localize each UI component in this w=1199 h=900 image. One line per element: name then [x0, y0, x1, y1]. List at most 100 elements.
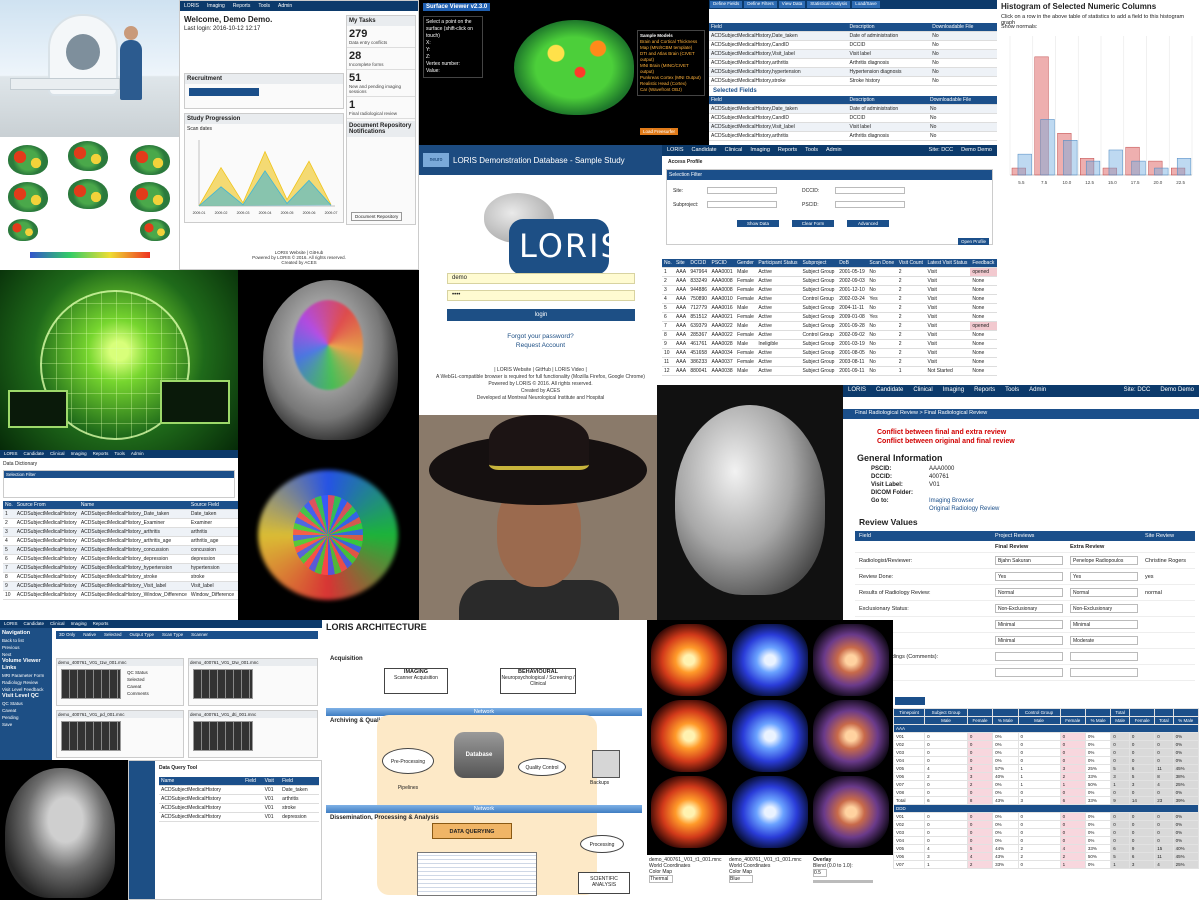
review-final-select[interactable]: Bjahn Sakuran [995, 556, 1063, 565]
mri-slice-cold[interactable] [732, 776, 808, 848]
task-item[interactable]: 51 New and pending imaging sessions [347, 70, 415, 97]
review-extra-select[interactable] [1070, 652, 1138, 661]
mri-slice-cold[interactable] [732, 624, 808, 696]
review-final-select[interactable]: Minimal [995, 636, 1063, 645]
original-radiology-review-link[interactable]: Original Radiology Review [929, 506, 999, 512]
table-row[interactable]: ACDSubjectMedicalHistory,arthritis Arthri… [709, 131, 997, 141]
table-row[interactable]: 1 AAA 947964 AAA0001 Male Active Subject Group… [662, 267, 997, 277]
table-row[interactable]: ACDSubjectMedicalHistory V01 depression [159, 812, 319, 822]
dccid-input[interactable] [835, 187, 905, 194]
login-button[interactable]: login [447, 309, 635, 321]
review-final-select[interactable]: Yes [995, 572, 1063, 581]
table-row[interactable]: 9 ACDSubjectMedicalHistory ACDSubjectMedic… [3, 581, 238, 591]
mri-slice-hot[interactable] [651, 776, 727, 848]
scan-filename[interactable]: demo_400761_V01_dti_001.mnc [189, 711, 317, 718]
advanced-button[interactable]: Advanced [847, 220, 889, 227]
table-row[interactable]: 7 ACDSubjectMedicalHistory ACDSubjectMedic… [3, 563, 238, 573]
sidebar-link[interactable]: MRI Parameter Form [2, 672, 50, 679]
task-item[interactable]: 28 Incomplete forms [347, 48, 415, 70]
table-row[interactable]: ACDSubjectMedicalHistory,CandID DCCID No [709, 40, 997, 50]
nav-item[interactable]: Tools [114, 451, 125, 457]
nav-item[interactable]: Tools [258, 3, 270, 9]
table-row[interactable]: 10 AAA 451658 AAA0034 Female Active Subject Gr… [662, 348, 997, 358]
scan-thumbnail[interactable] [193, 721, 253, 751]
review-extra-select[interactable]: Penelope Radiopoulos [1070, 556, 1138, 565]
mri-slice-overlay[interactable] [813, 700, 889, 772]
review-extra-select[interactable]: Non-Exclusionary [1070, 604, 1138, 613]
nav-item[interactable]: Candidate [24, 451, 45, 457]
tab-define-fields[interactable]: Define Fields [710, 1, 743, 8]
table-row[interactable]: ACDSubjectMedicalHistory V01 Date_taken [159, 785, 319, 795]
nav-item[interactable]: Imaging [71, 451, 87, 457]
forgot-password-link[interactable]: Forgot your password? [419, 333, 662, 340]
nav-brand[interactable]: LORIS [4, 451, 18, 457]
nav-item[interactable]: Admin [278, 3, 292, 9]
table-row[interactable]: ACDSubjectMedicalHistory V01 arthritis [159, 794, 319, 804]
mri-slice-hot[interactable] [651, 624, 727, 696]
qc-tab[interactable]: Native [83, 632, 96, 638]
color-map-select[interactable]: Thermal [649, 875, 673, 883]
table-row[interactable]: ACDSubjectMedicalHistory V01 stroke [159, 803, 319, 813]
tab-load-save[interactable]: Load/Save [852, 1, 880, 8]
scan-thumbnail[interactable] [61, 721, 121, 751]
tab-define-filters[interactable]: Define Filters [744, 1, 777, 8]
model-link[interactable]: MNI Brain (MINC/CIVET output) [640, 63, 702, 75]
table-row[interactable]: 10 ACDSubjectMedicalHistory ACDSubjectMedi… [3, 590, 238, 600]
table-row[interactable]: 3 AAA 944886 AAA0008 Female Active Subject Gro… [662, 285, 997, 295]
qc-tab[interactable]: 3D Only [59, 632, 75, 638]
nav-item[interactable]: Tools [805, 147, 818, 154]
clear-form-button[interactable]: Clear Form [792, 220, 834, 227]
user-menu[interactable]: Demo Demo [961, 147, 992, 154]
imaging-browser-link[interactable]: Imaging Browser [929, 498, 974, 504]
scan-thumbnail[interactable] [193, 669, 253, 699]
table-row[interactable]: 8 AAA 285367 AAA0022 Female Active Control Gro… [662, 330, 997, 340]
sidebar-link[interactable]: Previous [2, 644, 50, 651]
mri-slice-hot[interactable] [651, 700, 727, 772]
show-normals-toggle[interactable]: Show normals: [1001, 24, 1037, 30]
nav-item[interactable]: Tools [1005, 387, 1019, 395]
review-extra-select[interactable]: Yes [1070, 572, 1138, 581]
nav-brand[interactable]: LORIS [667, 147, 684, 154]
nav-item[interactable]: Reports [974, 387, 995, 395]
nav-item[interactable]: Reports [778, 147, 797, 154]
tab-statistical-analysis[interactable]: Statistical Analysis [807, 1, 851, 8]
review-extra-select[interactable]: Moderate [1070, 636, 1138, 645]
qc-tab[interactable]: Selected [104, 632, 122, 638]
nav-item[interactable]: Clinical [50, 621, 65, 627]
review-extra-select[interactable]: Minimal [1070, 620, 1138, 629]
table-row[interactable]: 7 AAA 639379 AAA0022 Male Active Subject Group… [662, 321, 997, 331]
blend-value[interactable]: 0.5 [813, 869, 827, 877]
nav-item[interactable]: Clinical [725, 147, 743, 154]
nav-item[interactable]: Imaging [750, 147, 770, 154]
sidebar-link[interactable]: Visit Level Feedback [2, 686, 50, 693]
table-row[interactable]: 5 AAA 712779 AAA0016 Male Active Subject Group… [662, 303, 997, 313]
sidebar-link[interactable]: Next [2, 651, 50, 658]
review-final-select[interactable]: Minimal [995, 620, 1063, 629]
breadcrumb[interactable]: Final Radiological Review > Final Radiol… [843, 409, 1199, 419]
mri-slice-overlay[interactable] [813, 776, 889, 848]
table-row[interactable]: 4 AAA 750890 AAA0010 Female Active Control Gro… [662, 294, 997, 304]
nav-item[interactable]: Candidate [692, 147, 717, 154]
qc-tab[interactable]: Scan Type [162, 632, 183, 638]
scan-thumbnail[interactable] [61, 669, 121, 699]
review-extra-select[interactable]: Normal [1070, 588, 1138, 597]
nav-item[interactable]: Reports [93, 451, 109, 457]
nav-item[interactable]: Imaging [71, 621, 87, 627]
nav-item[interactable]: Admin [131, 451, 144, 457]
site-select[interactable] [707, 187, 777, 194]
table-row[interactable]: 9 AAA 461761 AAA0028 Male Ineligible Subject G… [662, 339, 997, 349]
table-row[interactable]: 12 AAA 880041 AAA0038 Male Active Subject Grou… [662, 366, 997, 376]
table-row[interactable]: ACDSubjectMedicalHistory,Visit_label Visi… [709, 122, 997, 132]
nav-brand[interactable]: LORIS [848, 387, 866, 395]
review-final-select[interactable] [995, 668, 1063, 677]
brain-3d-render[interactable] [514, 20, 634, 115]
load-freesurfer-button[interactable]: Load Freesurfer [640, 128, 679, 135]
table-row[interactable]: ACDSubjectMedicalHistory,Visit_label Visi… [709, 49, 997, 59]
model-link[interactable]: DTI and Atlas Brain (CIVET output) [640, 51, 702, 63]
scan-filename[interactable]: demo_400761_V01_pd_001.mnc [57, 711, 183, 718]
sidebar-link[interactable]: Back to list [2, 637, 50, 644]
table-row[interactable]: ACDSubjectMedicalHistory,arthritis Arthri… [709, 58, 997, 68]
table-row[interactable]: 3 ACDSubjectMedicalHistory ACDSubjectMedic… [3, 527, 238, 537]
table-row[interactable]: 6 AAA 851512 AAA0021 Female Active Subject Gro… [662, 312, 997, 322]
table-row[interactable]: 8 ACDSubjectMedicalHistory ACDSubjectMedic… [3, 572, 238, 582]
